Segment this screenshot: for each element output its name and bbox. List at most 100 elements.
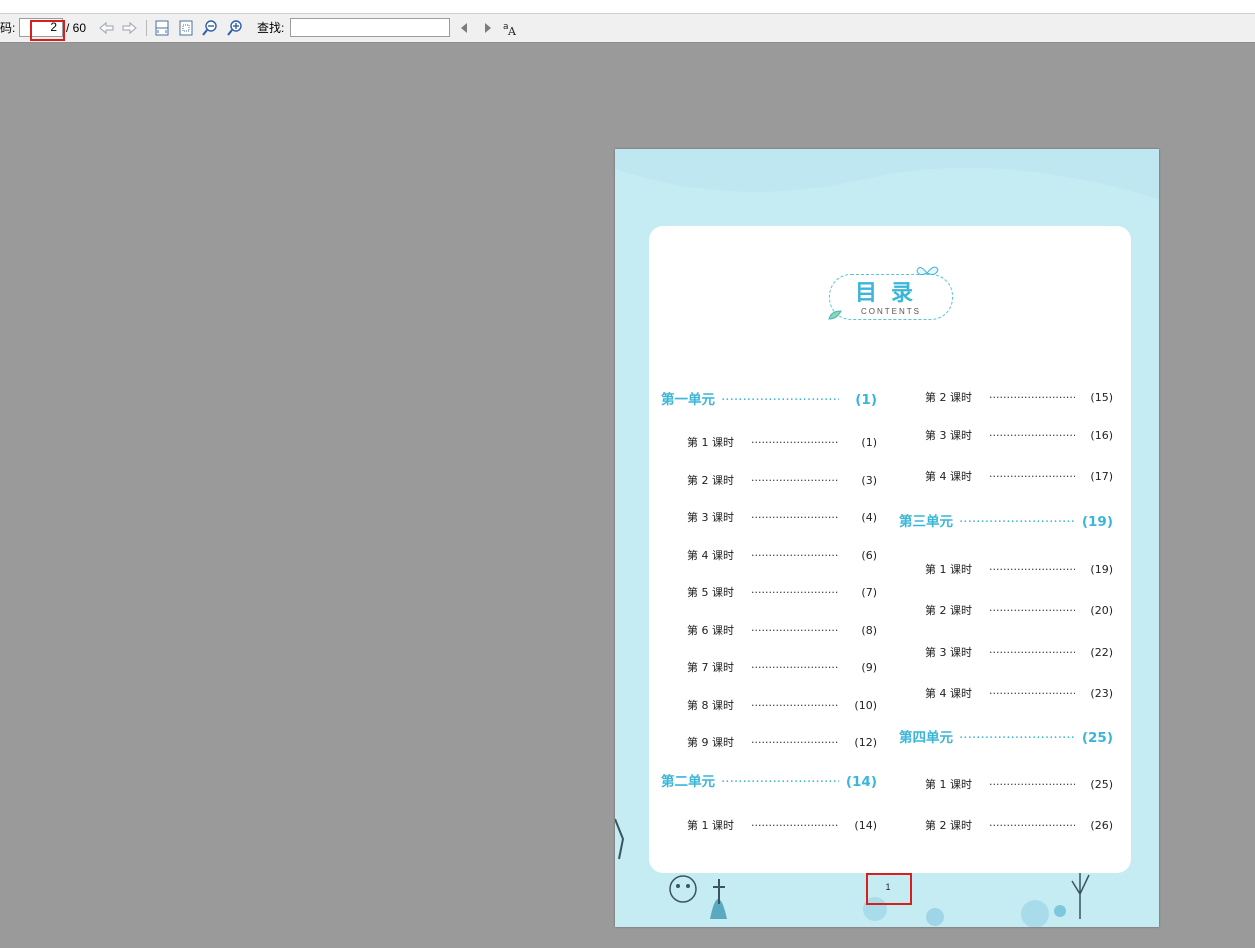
toc-leader-dots: ········································… [751, 436, 839, 449]
toc-page-number: (16) [1090, 429, 1113, 442]
toc-lesson-row: 第 8 课时 ··································… [687, 697, 877, 715]
toc-leader-dots: ········································… [751, 474, 839, 487]
toc-page-number: (1) [861, 436, 877, 449]
toc-entry-label: 第 2 课时 [925, 604, 972, 617]
toc-lesson-row: 第 3 课时 ··································… [925, 427, 1113, 445]
toc-unit-row: 第二单元 ····································… [661, 773, 877, 791]
toc-lesson-row: 第 1 课时 ··································… [687, 817, 877, 835]
toc-leader-dots: ········································… [959, 514, 1075, 530]
page-label: 码: [0, 21, 16, 35]
toc-page-number: (7) [861, 586, 877, 599]
find-label: 查找: [257, 21, 285, 35]
fit-page-icon[interactable] [178, 20, 194, 36]
toc-lesson-row: 第 3 课时 ··································… [687, 509, 877, 527]
toc-unit-row: 第三单元 ····································… [899, 513, 1113, 531]
toc-lesson-row: 第 5 课时 ··································… [687, 584, 877, 602]
toc-page-number: (8) [861, 624, 877, 637]
toc-page-number: (10) [854, 699, 877, 712]
toc-lesson-row: 第 1 课时 ··································… [687, 434, 877, 452]
svg-text:A: A [507, 25, 517, 36]
toc-leader-dots: ········································… [751, 661, 839, 674]
toc-leader-dots: ········································… [751, 699, 839, 712]
toolbar-separator [146, 20, 147, 36]
toc-page-number: (19) [1081, 514, 1113, 530]
toc-leader-dots: ········································… [989, 819, 1075, 832]
toc-page-number: (12) [854, 736, 877, 749]
toc-lesson-row: 第 4 课时 ··································… [925, 468, 1113, 486]
toc-page-number: (19) [1090, 563, 1113, 576]
toc-lesson-row: 第 1 课时 ··································… [925, 776, 1113, 794]
toc-page-number: (25) [1081, 730, 1113, 746]
toc-entry-label: 第 3 课时 [925, 646, 972, 659]
toc-page-number: (1) [855, 392, 877, 408]
toc-lesson-row: 第 4 课时 ··································… [687, 547, 877, 565]
toc-entry-label: 第 8 课时 [687, 699, 734, 712]
toc-unit-row: 第一单元 ····································… [661, 391, 877, 409]
toc-leader-dots: ········································… [751, 819, 839, 832]
toc-unit-row: 第四单元 ····································… [899, 729, 1113, 747]
toc-page-number: (4) [861, 511, 877, 524]
fit-width-icon[interactable] [154, 20, 170, 36]
arrow-right-icon[interactable] [121, 20, 137, 36]
toc-page-number: (22) [1090, 646, 1113, 659]
toc-entry-label: 第 6 课时 [687, 624, 734, 637]
window-top-strip [0, 0, 1255, 14]
toc-entry-label: 第 1 课时 [925, 778, 972, 791]
toc-lesson-row: 第 2 课时 ··································… [687, 472, 877, 490]
toc-leader-dots: ········································… [989, 687, 1075, 700]
toc-leader-dots: ········································… [721, 392, 839, 408]
toc-entry-label: 第 2 课时 [925, 391, 972, 404]
toc-entry-label: 第一单元 [661, 392, 715, 408]
toc-page-number: (20) [1090, 604, 1113, 617]
toc-page-number: (9) [861, 661, 877, 674]
next-result-icon[interactable] [480, 20, 496, 36]
document-page: 目录 CONTENTS 1 第一单元 ······················… [615, 149, 1159, 927]
total-pages-label: / 60 [66, 21, 87, 35]
toc-entry-label: 第 4 课时 [925, 687, 972, 700]
toc-leader-dots: ········································… [751, 736, 839, 749]
toc-page-number: (25) [1090, 778, 1113, 791]
toc-lesson-row: 第 6 课时 ··································… [687, 622, 877, 640]
font-size-icon[interactable]: a A [503, 20, 519, 36]
toc-leader-dots: ········································… [989, 646, 1075, 659]
zoom-in-icon[interactable] [227, 20, 243, 36]
toc-lesson-row: 第 4 课时 ··································… [925, 685, 1113, 703]
toc-entry-label: 第 5 课时 [687, 586, 734, 599]
toc-entry-label: 第 1 课时 [687, 819, 734, 832]
arrow-left-icon[interactable] [99, 20, 115, 36]
toc-leader-dots: ········································… [751, 586, 839, 599]
toc-entry-label: 第 7 课时 [687, 661, 734, 674]
prev-result-icon[interactable] [456, 20, 472, 36]
find-input[interactable] [290, 18, 450, 37]
toc-page-number: (26) [1090, 819, 1113, 832]
toc-entry-label: 第四单元 [899, 730, 953, 746]
toc-entry-label: 第 4 课时 [687, 549, 734, 562]
toc-leader-dots: ········································… [989, 429, 1075, 442]
toc-lesson-row: 第 2 课时 ··································… [925, 389, 1113, 407]
zoom-out-icon[interactable] [202, 20, 218, 36]
page-title: 目录 [854, 281, 927, 306]
butterfly-icon [916, 266, 939, 276]
toc-page-number: (14) [845, 774, 877, 790]
page-number-highlight [30, 20, 65, 41]
page-subtitle: CONTENTS [861, 307, 921, 316]
toc-leader-dots: ········································… [989, 470, 1075, 483]
toc-lesson-row: 第 1 课时 ··································… [925, 561, 1113, 579]
toc-leader-dots: ········································… [751, 549, 839, 562]
toc-leader-dots: ········································… [989, 604, 1075, 617]
toc-leader-dots: ········································… [989, 391, 1075, 404]
toc-page-number: (15) [1090, 391, 1113, 404]
toc-lesson-row: 第 2 课时 ··································… [925, 817, 1113, 835]
toc-page-number: (17) [1090, 470, 1113, 483]
toc-entry-label: 第二单元 [661, 774, 715, 790]
toc-lesson-row: 第 2 课时 ··································… [925, 602, 1113, 620]
toc-entry-label: 第 4 课时 [925, 470, 972, 483]
toc-leader-dots: ········································… [989, 563, 1075, 576]
toc-page-number: (23) [1090, 687, 1113, 700]
toc-leader-dots: ········································… [989, 778, 1075, 791]
toc-leader-dots: ········································… [751, 624, 839, 637]
toc-lesson-row: 第 9 课时 ··································… [687, 734, 877, 752]
toc-entry-label: 第 1 课时 [687, 436, 734, 449]
toc-page-number: (14) [854, 819, 877, 832]
toc-entry-label: 第 3 课时 [925, 429, 972, 442]
